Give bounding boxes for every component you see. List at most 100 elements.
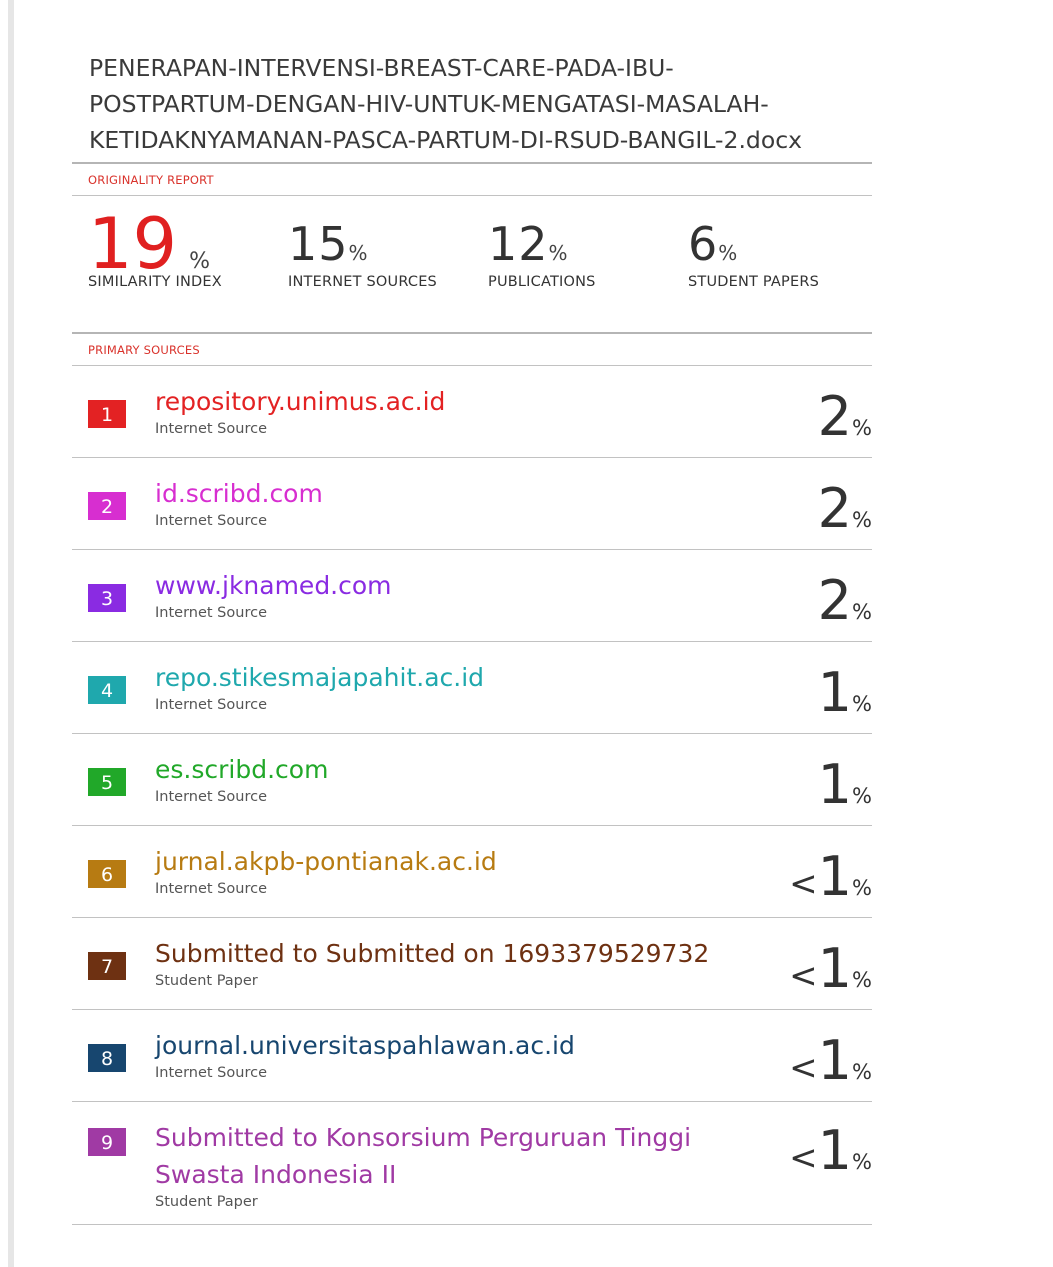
percent-sign: % xyxy=(852,876,872,900)
source-text: repo.stikesmajapahit.ac.id Internet Sourc… xyxy=(155,659,735,714)
source-type: Student Paper xyxy=(155,1194,258,1210)
source-row: 6 jurnal.akpb-pontianak.ac.id Internet Sou… xyxy=(72,826,872,918)
document-title-line: PENERAPAN-INTERVENSI-BREAST-CARE-PADA-IB… xyxy=(89,54,674,82)
source-text: Submitted to Submitted on 1693379529732 S… xyxy=(155,935,735,990)
originality-report-label: ORIGINALITY REPORT xyxy=(88,173,214,187)
publications-value: 12 xyxy=(488,217,549,271)
source-percentage-value: 1 xyxy=(817,661,853,724)
source-name-link[interactable]: id.scribd.com xyxy=(155,475,735,512)
source-name-link[interactable]: www.jknamed.com xyxy=(155,567,735,604)
source-percentage: <1% xyxy=(789,1034,872,1089)
source-text: journal.universitaspahlawan.ac.id Interne… xyxy=(155,1027,735,1082)
source-percentage: <1% xyxy=(789,942,872,997)
percent-sign: % xyxy=(852,692,872,716)
percent-sign: % xyxy=(548,241,568,265)
source-type: Internet Source xyxy=(155,513,267,529)
source-type: Internet Source xyxy=(155,421,267,437)
source-percentage-value: 1 xyxy=(817,937,853,1000)
source-percentage: <1% xyxy=(789,850,872,905)
source-row: 3 www.jknamed.com Internet Source 2% xyxy=(72,550,872,642)
source-percentage-value: 2 xyxy=(817,569,853,632)
document-title-line: POSTPARTUM-DENGAN-HIV-UNTUK-MENGATASI-MA… xyxy=(89,90,769,118)
source-row: 9 Submitted to Konsorsium Perguruan Tingg… xyxy=(72,1102,872,1225)
source-rank-badge: 8 xyxy=(88,1044,126,1072)
source-text: es.scribd.com Internet Source xyxy=(155,751,735,806)
source-row: 8 journal.universitaspahlawan.ac.id Intern… xyxy=(72,1010,872,1102)
source-text: id.scribd.com Internet Source xyxy=(155,475,735,530)
primary-sources-label: PRIMARY SOURCES xyxy=(88,343,200,357)
source-rank-badge: 4 xyxy=(88,676,126,704)
source-name-link[interactable]: journal.universitaspahlawan.ac.id xyxy=(155,1027,735,1064)
source-percentage: 2% xyxy=(818,390,872,444)
similarity-index-value: 19 xyxy=(88,203,178,285)
primary-sources-list: 1 repository.unimus.ac.id Internet Source 2… xyxy=(72,366,872,1225)
document-title: PENERAPAN-INTERVENSI-BREAST-CARE-PADA-IB… xyxy=(89,50,872,158)
source-text: www.jknamed.com Internet Source xyxy=(155,567,735,622)
originality-report: PENERAPAN-INTERVENSI-BREAST-CARE-PADA-IB… xyxy=(72,50,872,1225)
source-rank-badge: 1 xyxy=(88,400,126,428)
source-type: Internet Source xyxy=(155,605,267,621)
source-row: 4 repo.stikesmajapahit.ac.id Internet Sour… xyxy=(72,642,872,734)
percent-sign: % xyxy=(852,600,872,624)
source-row: 2 id.scribd.com Internet Source 2% xyxy=(72,458,872,550)
source-percentage: 2% xyxy=(818,574,872,628)
source-rank-badge: 2 xyxy=(88,492,126,520)
percent-sign: % xyxy=(852,416,872,440)
source-type: Internet Source xyxy=(155,789,267,805)
source-row: 7 Submitted to Submitted on 1693379529732… xyxy=(72,918,872,1010)
source-percentage: <1% xyxy=(789,1124,872,1179)
percent-sign: % xyxy=(852,508,872,532)
internet-sources-label: INTERNET SOURCES xyxy=(288,274,437,290)
source-percentage-value: 1 xyxy=(817,845,853,908)
student-papers-label: STUDENT PAPERS xyxy=(688,274,820,290)
source-text: repository.unimus.ac.id Internet Source xyxy=(155,383,735,438)
source-type: Student Paper xyxy=(155,973,258,989)
document-title-line: KETIDAKNYAMANAN-PASCA-PARTUM-DI-RSUD-BAN… xyxy=(89,126,803,154)
source-row: 5 es.scribd.com Internet Source 1% xyxy=(72,734,872,826)
similarity-index-stat: 19% SIMILARITY INDEX xyxy=(88,209,222,290)
source-type: Internet Source xyxy=(155,1065,267,1081)
source-percentage: 2% xyxy=(818,482,872,536)
less-than-sign: < xyxy=(789,1048,818,1088)
less-than-sign: < xyxy=(789,956,818,996)
source-percentage-value: 1 xyxy=(817,1029,853,1092)
percent-sign: % xyxy=(852,784,872,808)
source-name-link[interactable]: repository.unimus.ac.id xyxy=(155,383,735,420)
source-percentage-value: 2 xyxy=(817,477,853,540)
source-rank-badge: 7 xyxy=(88,952,126,980)
source-rank-badge: 9 xyxy=(88,1128,126,1156)
internet-sources-stat: 15% INTERNET SOURCES xyxy=(288,214,437,290)
percent-sign: % xyxy=(852,1060,872,1084)
source-name-link[interactable]: Submitted to Konsorsium Perguruan Tinggi xyxy=(155,1119,735,1156)
percent-sign: % xyxy=(348,241,368,265)
percent-sign: % xyxy=(718,241,738,265)
source-name-link[interactable]: jurnal.akpb-pontianak.ac.id xyxy=(155,843,735,880)
source-rank-badge: 6 xyxy=(88,860,126,888)
less-than-sign: < xyxy=(789,1138,818,1178)
student-papers-stat: 6% STUDENT PAPERS xyxy=(688,214,819,290)
internet-sources-value: 15 xyxy=(288,217,349,271)
source-type: Internet Source xyxy=(155,881,267,897)
publications-stat: 12% PUBLICATIONS xyxy=(488,214,596,290)
source-percentage: 1% xyxy=(818,758,872,812)
percent-sign: % xyxy=(852,968,872,992)
less-than-sign: < xyxy=(789,864,818,904)
student-papers-value: 6 xyxy=(688,217,719,271)
publications-label: PUBLICATIONS xyxy=(488,274,596,290)
similarity-index-label: SIMILARITY INDEX xyxy=(88,274,222,290)
source-type: Internet Source xyxy=(155,697,267,713)
source-row: 1 repository.unimus.ac.id Internet Source 2… xyxy=(72,366,872,458)
source-name-link[interactable]: es.scribd.com xyxy=(155,751,735,788)
source-text: Submitted to Konsorsium Perguruan Tinggi… xyxy=(155,1119,735,1211)
source-name-link[interactable]: Swasta Indonesia II xyxy=(155,1156,735,1193)
source-name-link[interactable]: Submitted to Submitted on 1693379529732 xyxy=(155,935,735,972)
source-percentage-value: 2 xyxy=(817,385,853,448)
percent-sign: % xyxy=(852,1150,872,1174)
source-percentage: 1% xyxy=(818,666,872,720)
source-name-link[interactable]: repo.stikesmajapahit.ac.id xyxy=(155,659,735,696)
source-percentage-value: 1 xyxy=(817,753,853,816)
source-text: jurnal.akpb-pontianak.ac.id Internet Sour… xyxy=(155,843,735,898)
source-rank-badge: 5 xyxy=(88,768,126,796)
left-margin-bar xyxy=(8,0,14,1267)
stats-summary: 19% SIMILARITY INDEX 15% INTERNET SOURCE… xyxy=(72,196,872,332)
